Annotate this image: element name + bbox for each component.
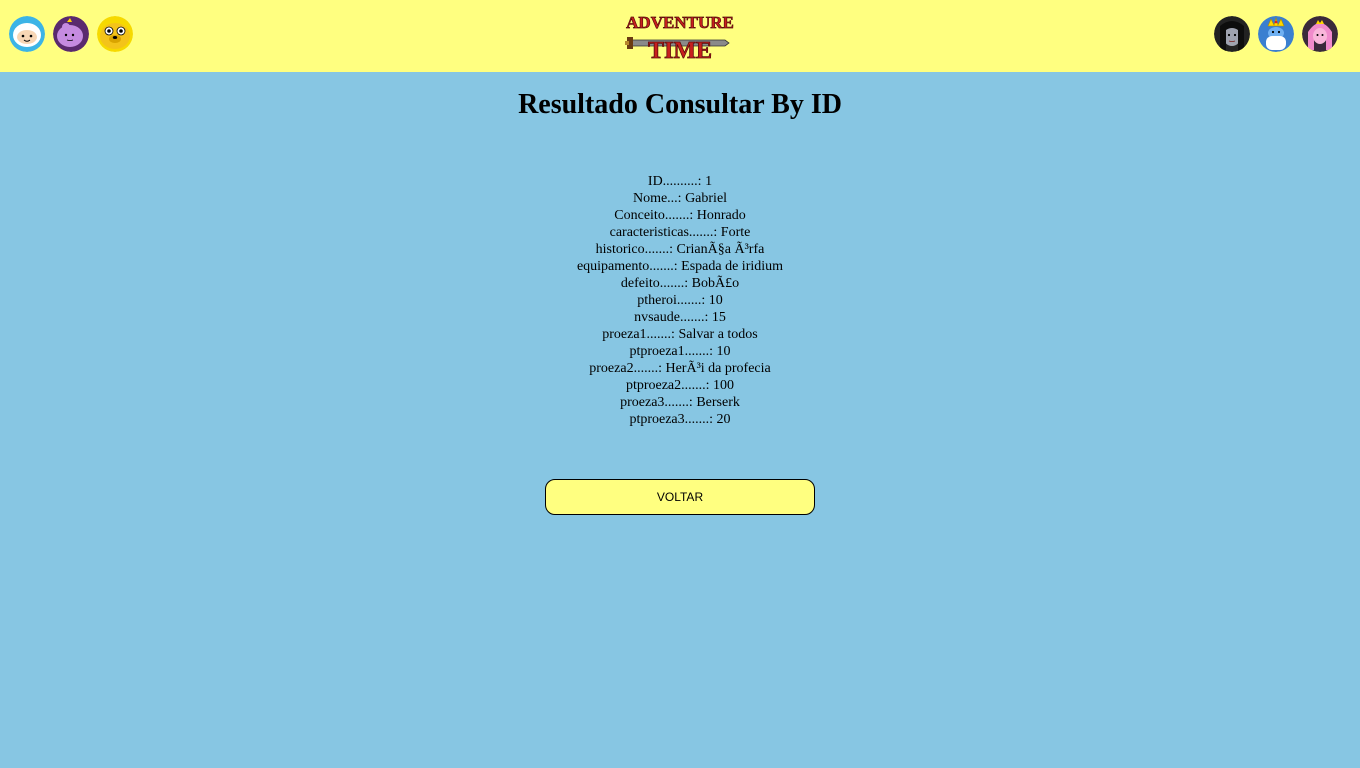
ice-king-avatar-icon[interactable] xyxy=(1258,16,1294,52)
field-value: 10 xyxy=(708,293,723,308)
finn-avatar-icon[interactable] xyxy=(9,16,45,52)
field-value: 15 xyxy=(711,310,726,325)
field-label: equipamento.......: xyxy=(576,259,678,274)
field-ptheroi: ptheroi.......: 10 xyxy=(0,292,1360,309)
field-label: caracteristicas.......: xyxy=(609,225,718,240)
marceline-avatar-icon[interactable] xyxy=(1214,16,1250,52)
field-proeza1: proeza1.......: Salvar a todos xyxy=(0,326,1360,343)
field-nvsaude: nvsaude.......: 15 xyxy=(0,309,1360,326)
field-label: historico.......: xyxy=(595,242,674,257)
field-value: Gabriel xyxy=(685,191,728,206)
field-label: defeito.......: xyxy=(620,276,689,291)
field-value: Honrado xyxy=(696,208,746,223)
field-ptproeza3: ptproeza3.......: 20 xyxy=(0,411,1360,428)
field-label: ptproeza1.......: xyxy=(629,344,714,359)
field-label: nvsaude.......: xyxy=(634,310,709,325)
field-value: HerÃ³i da profecia xyxy=(665,361,771,376)
field-proeza2: proeza2.......: HerÃ³i da profecia xyxy=(0,360,1360,377)
field-proeza3: proeza3.......: Berserk xyxy=(0,394,1360,411)
adventure-time-logo[interactable]: ADVENTURE TIME xyxy=(625,6,735,64)
field-label: proeza2.......: xyxy=(589,361,662,376)
lumpy-space-princess-avatar-icon[interactable] xyxy=(53,16,89,52)
field-caracteristicas: caracteristicas.......: Forte xyxy=(0,224,1360,241)
field-value: Salvar a todos xyxy=(678,327,758,342)
field-label: proeza3.......: xyxy=(620,395,693,410)
field-conceito: Conceito.......: Honrado xyxy=(0,207,1360,224)
field-label: Conceito.......: xyxy=(614,208,694,223)
logo-line1: ADVENTURE xyxy=(626,13,734,32)
field-nome: Nome...: Gabriel xyxy=(0,190,1360,207)
field-label: ID..........: xyxy=(647,174,702,189)
field-ptproeza1: ptproeza1.......: 10 xyxy=(0,343,1360,360)
field-value: BobÃ£o xyxy=(691,276,740,291)
logo-line2: TIME xyxy=(648,38,712,64)
field-defeito: defeito.......: BobÃ£o xyxy=(0,275,1360,292)
field-value: Espada de iridium xyxy=(681,259,784,274)
top-header: ADVENTURE TIME xyxy=(0,0,1360,72)
field-ptproeza2: ptproeza2.......: 100 xyxy=(0,377,1360,394)
field-label: ptproeza3.......: xyxy=(629,412,714,427)
record-details: ID..........: 1 Nome...: Gabriel Conceit… xyxy=(0,173,1360,428)
field-id: ID..........: 1 xyxy=(0,173,1360,190)
page-title: Resultado Consultar By ID xyxy=(518,89,842,120)
field-label: ptproeza2.......: xyxy=(625,378,710,393)
field-label: ptheroi.......: xyxy=(637,293,706,308)
field-value: 100 xyxy=(713,378,735,393)
right-avatar-group xyxy=(1214,16,1338,52)
left-avatar-group xyxy=(9,16,133,52)
field-value: 10 xyxy=(716,344,731,359)
field-equipamento: equipamento.......: Espada de iridium xyxy=(0,258,1360,275)
back-button[interactable]: VOLTAR xyxy=(545,479,815,515)
field-value: Forte xyxy=(720,225,751,240)
field-label: Nome...: xyxy=(632,191,682,206)
field-value: 20 xyxy=(716,412,731,427)
princess-bubblegum-avatar-icon[interactable] xyxy=(1302,16,1338,52)
field-value: CrianÃ§a Ã³rfa xyxy=(676,242,765,257)
field-label: proeza1.......: xyxy=(602,327,675,342)
jake-avatar-icon[interactable] xyxy=(97,16,133,52)
field-value: 1 xyxy=(705,174,713,189)
field-value: Berserk xyxy=(696,395,740,410)
field-historico: historico.......: CrianÃ§a Ã³rfa xyxy=(0,241,1360,258)
